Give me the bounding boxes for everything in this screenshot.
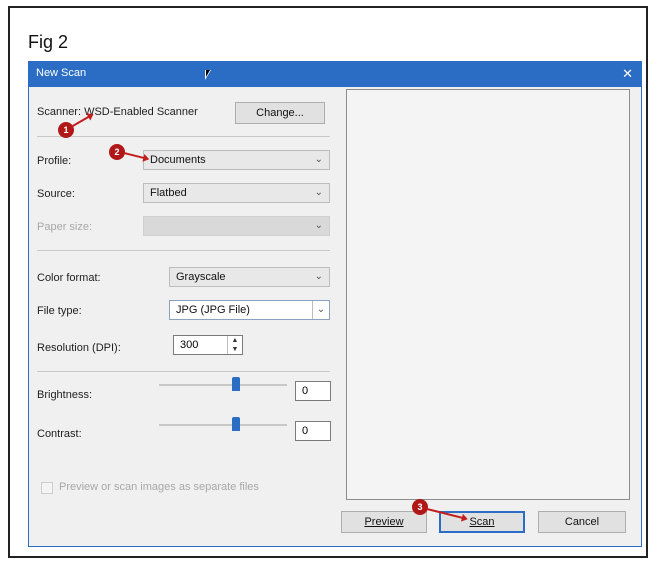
annotation-badge-3: 3 — [412, 499, 428, 515]
brightness-slider-track[interactable] — [159, 384, 287, 386]
file-type-value: JPG (JPG File) — [176, 304, 250, 316]
annotation-arrow-icon — [123, 152, 148, 160]
brightness-value: 0 — [302, 385, 309, 397]
preview-button-label: Preview — [364, 516, 404, 528]
resolution-value: 300 — [180, 339, 199, 351]
contrast-label: Contrast: — [37, 428, 82, 440]
contrast-slider-track[interactable] — [159, 424, 287, 426]
chevron-down-icon: ⌄ — [314, 220, 323, 231]
divider — [37, 250, 330, 251]
chevron-down-icon: ⌄ — [314, 154, 323, 165]
title-bar[interactable]: New Scan ✕ — [29, 62, 641, 87]
scan-button-label: Scan — [469, 516, 495, 528]
close-icon[interactable]: ✕ — [622, 66, 633, 82]
separate-files-checkbox[interactable] — [41, 482, 53, 494]
separate-files-label: Preview or scan images as separate files — [59, 481, 259, 493]
figure-label: Fig 2 — [28, 32, 69, 52]
new-scan-dialog: New Scan ✕ Scanner: WSD-Enabled Scanner … — [28, 61, 642, 547]
preview-button[interactable]: Preview — [341, 511, 427, 533]
color-format-select[interactable]: Grayscale ⌄ — [169, 267, 330, 287]
paper-size-select: ⌄ — [143, 216, 330, 236]
source-label: Source: — [37, 188, 75, 200]
brightness-slider-thumb[interactable] — [232, 377, 240, 391]
paper-size-label: Paper size: — [37, 221, 93, 233]
annotation-badge-2: 2 — [109, 144, 125, 160]
preview-pane — [346, 89, 630, 500]
contrast-value-input[interactable]: 0 — [295, 421, 331, 441]
color-format-value: Grayscale — [176, 271, 226, 283]
chevron-down-icon: ⌄ — [314, 187, 323, 198]
profile-value: Documents — [150, 154, 206, 166]
profile-select[interactable]: Documents ⌄ — [143, 150, 330, 170]
brightness-label: Brightness: — [37, 389, 93, 401]
spinner-icon[interactable]: ▲ ▼ — [227, 336, 242, 354]
source-value: Flatbed — [150, 187, 187, 199]
window-title: New Scan — [36, 67, 87, 79]
file-type-label: File type: — [37, 305, 82, 317]
chevron-down-icon: ⌄ — [314, 271, 323, 282]
resolution-input[interactable]: 300 ▲ ▼ — [173, 335, 243, 355]
brightness-value-input[interactable]: 0 — [295, 381, 331, 401]
divider — [37, 371, 330, 372]
change-button[interactable]: Change... — [235, 102, 325, 124]
scanner-label: Scanner: WSD-Enabled Scanner — [37, 106, 198, 118]
divider — [37, 136, 330, 137]
file-type-select[interactable]: JPG (JPG File) ⌄ — [169, 300, 330, 320]
contrast-slider-thumb[interactable] — [232, 417, 240, 431]
cancel-button[interactable]: Cancel — [538, 511, 626, 533]
mouse-cursor-icon — [205, 70, 217, 80]
profile-label: Profile: — [37, 155, 72, 167]
source-select[interactable]: Flatbed ⌄ — [143, 183, 330, 203]
contrast-value: 0 — [302, 425, 309, 437]
resolution-label: Resolution (DPI): — [37, 342, 121, 354]
chevron-down-icon: ⌄ — [312, 301, 329, 319]
color-format-label: Color format: — [37, 272, 101, 284]
